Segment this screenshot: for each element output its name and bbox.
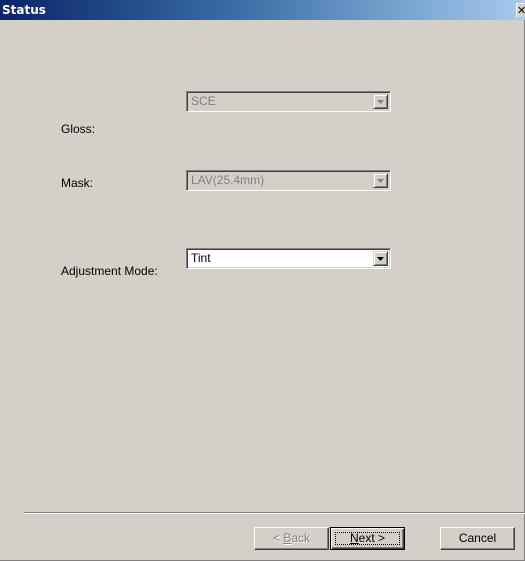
chevron-down-icon: [377, 179, 384, 183]
adjustment-mode-select[interactable]: Tint: [186, 248, 391, 269]
cancel-button[interactable]: Cancel: [440, 527, 515, 550]
chevron-down-icon: [377, 100, 384, 104]
window-title: Status: [2, 3, 46, 17]
mask-dropdown-button[interactable]: [373, 173, 388, 188]
mask-value: LAV(25.4mm): [191, 173, 265, 187]
chevron-down-icon: [377, 257, 384, 261]
mask-select[interactable]: LAV(25.4mm): [186, 170, 391, 191]
close-button[interactable]: ✕: [516, 3, 525, 17]
gloss-value: SCE: [191, 94, 216, 108]
title-bar[interactable]: Status ✕: [0, 0, 525, 20]
adjustment-mode-label: Adjustment Mode:: [61, 264, 158, 278]
gloss-select[interactable]: SCE: [186, 91, 391, 112]
close-icon: ✕: [517, 4, 525, 17]
gloss-label: Gloss:: [61, 122, 96, 136]
next-button-label: Next >: [349, 531, 386, 545]
adjustment-mode-dropdown-button[interactable]: [373, 251, 388, 266]
button-separator: [24, 512, 525, 514]
mask-label: Mask:: [61, 176, 94, 190]
back-button[interactable]: < Back: [254, 527, 329, 550]
cancel-button-label: Cancel: [458, 531, 497, 545]
status-dialog: Status ✕ Gloss: SCE Mask: LAV(25.4mm) Ad…: [0, 0, 525, 561]
gloss-dropdown-button[interactable]: [373, 94, 388, 109]
next-button[interactable]: Next >: [330, 527, 405, 550]
adjustment-mode-value: Tint: [191, 251, 211, 265]
back-button-label: < Back: [272, 531, 311, 545]
